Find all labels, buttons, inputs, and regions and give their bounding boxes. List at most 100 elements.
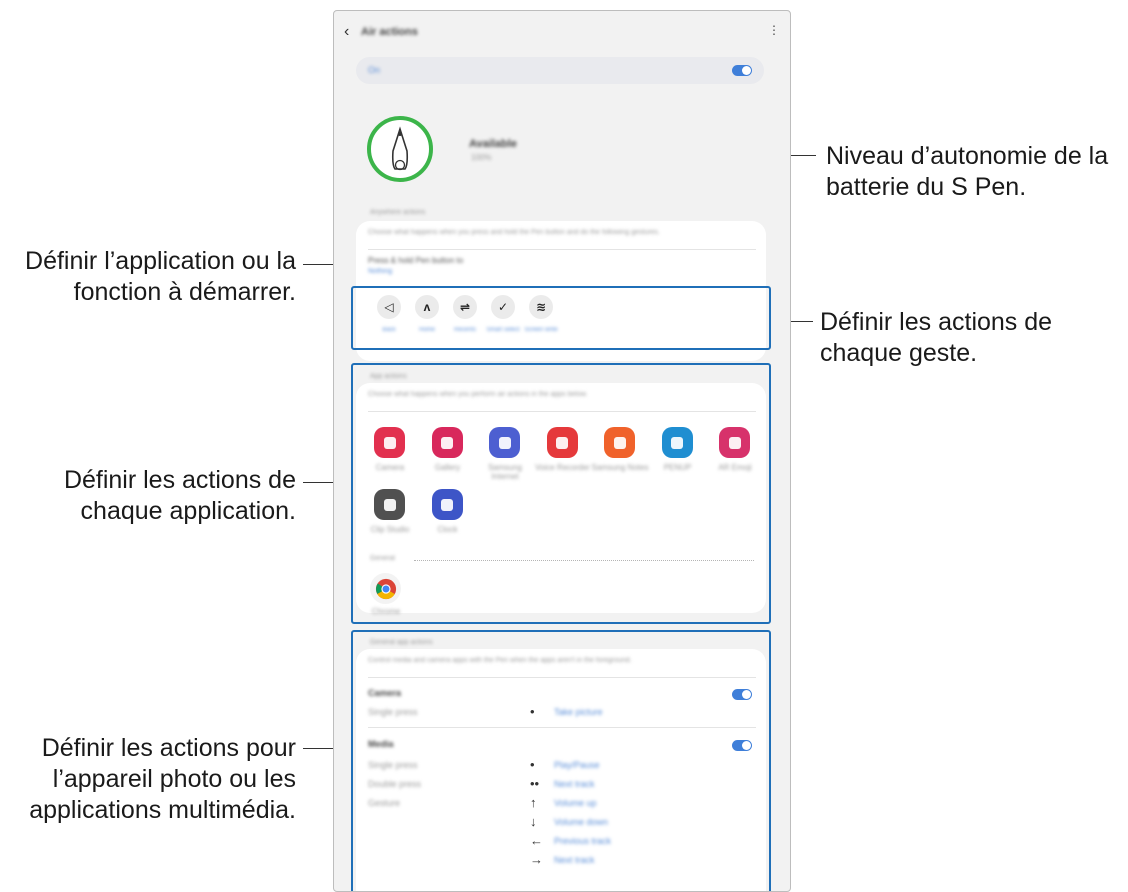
master-toggle[interactable] bbox=[732, 65, 752, 76]
app-label: Gallery bbox=[434, 463, 461, 472]
action-row-value: Next track bbox=[554, 779, 595, 789]
action-gesture-symbol: •• bbox=[530, 776, 540, 791]
app-icon-glyph bbox=[383, 498, 396, 511]
camera-toggle[interactable] bbox=[732, 689, 752, 700]
anywhere-description: Choose what happens when you press and h… bbox=[368, 229, 660, 236]
chrome-app-label: Chrome bbox=[371, 607, 401, 616]
action-gesture-symbol: • bbox=[530, 757, 535, 772]
callout-gesture: Définir les actions de chaque geste. bbox=[820, 308, 1053, 367]
press-hold-row[interactable]: Press & hold Pen button to Nothing bbox=[356, 251, 766, 281]
divider bbox=[368, 677, 756, 678]
chrome-app-icon bbox=[370, 573, 401, 604]
action-gesture-symbol: ← bbox=[530, 833, 543, 848]
internet-app-icon bbox=[489, 427, 520, 458]
pen-battery-level: 100% bbox=[471, 153, 492, 162]
app-icon-glyph bbox=[728, 436, 741, 449]
notes-app-icon bbox=[604, 427, 635, 458]
app-label: Camera bbox=[375, 463, 405, 472]
clip-studio-app-icon bbox=[374, 489, 405, 520]
app-item[interactable]: Camera bbox=[360, 427, 420, 479]
action-row[interactable]: ↓ Volume down bbox=[356, 814, 766, 833]
divider bbox=[368, 727, 756, 728]
action-row-value: Take picture bbox=[554, 707, 603, 717]
chrome-app[interactable]: Chrome bbox=[356, 573, 416, 616]
action-row-label: Single press bbox=[368, 760, 418, 770]
action-row-value: Previous track bbox=[554, 836, 612, 846]
app-icon-glyph bbox=[613, 436, 626, 449]
action-row[interactable]: Single press • Play/Pause bbox=[356, 757, 766, 776]
app-icon-glyph bbox=[441, 498, 453, 511]
action-row[interactable]: Gesture ↑ Volume up bbox=[356, 795, 766, 814]
app-item[interactable]: AR Emoji bbox=[705, 427, 765, 479]
action-row[interactable]: → Next track bbox=[356, 852, 766, 871]
general-label: General bbox=[370, 555, 395, 562]
app-label: Clock bbox=[437, 525, 458, 534]
clock-app-icon bbox=[431, 489, 463, 520]
master-switch-row[interactable]: On bbox=[356, 57, 764, 84]
callout-app-actions: Définir les actions de chaque applicatio… bbox=[63, 466, 296, 525]
action-gesture-symbol: ↑ bbox=[530, 795, 537, 810]
app-item[interactable]: Samsung Notes bbox=[590, 427, 650, 479]
action-gesture-symbol: → bbox=[530, 852, 543, 867]
action-row-label: Gesture bbox=[368, 798, 401, 808]
divider bbox=[368, 411, 756, 412]
penup-app-icon bbox=[661, 427, 693, 458]
pen-status: Available bbox=[469, 138, 517, 150]
divider bbox=[368, 249, 756, 250]
gesture-highlight bbox=[351, 286, 771, 350]
app-icon-glyph bbox=[671, 436, 683, 449]
camera-group-title: Camera bbox=[368, 688, 402, 698]
general-actions-card: Control media and camera apps with the P… bbox=[356, 649, 766, 891]
app-actions-card: Choose what happens when you perform air… bbox=[356, 383, 766, 616]
anywhere-section-title: Anywhere actions bbox=[370, 209, 426, 216]
app-item[interactable]: Gallery bbox=[418, 427, 478, 479]
app-actions-description: Choose what happens when you perform air… bbox=[368, 391, 588, 398]
app-label: Voice Recorder bbox=[535, 463, 590, 472]
general-divider bbox=[414, 560, 754, 561]
app-label: Samsung Notes bbox=[591, 463, 649, 472]
app-item[interactable]: Clock bbox=[418, 489, 478, 541]
app-label: Samsung Internet bbox=[488, 463, 522, 481]
app-icon-glyph bbox=[383, 436, 396, 449]
callout-camera-media: Définir les actions pour l’appareil phot… bbox=[29, 734, 296, 824]
press-hold-label: Press & hold Pen button to bbox=[368, 256, 464, 265]
action-row[interactable]: Single press • Take picture bbox=[356, 704, 766, 723]
ar-emoji-app-icon bbox=[719, 427, 750, 458]
gallery-app-icon bbox=[431, 427, 463, 458]
back-arrow-icon[interactable]: ‹ bbox=[344, 23, 349, 41]
app-label: PENUP bbox=[663, 463, 692, 472]
app-icon-glyph bbox=[498, 436, 511, 449]
master-switch-label: On bbox=[368, 65, 381, 75]
app-label: AR Emoji bbox=[718, 463, 752, 472]
action-row-label: Single press bbox=[368, 707, 418, 717]
action-row[interactable]: ← Previous track bbox=[356, 833, 766, 852]
app-actions-section-title: App actions bbox=[370, 373, 407, 380]
phone-screen: ‹ Air actions ⋮ On Available 100% Anywhe… bbox=[333, 10, 791, 892]
media-group-title: Media bbox=[368, 739, 394, 749]
general-actions-description: Control media and camera apps with the P… bbox=[368, 657, 632, 664]
app-icon-glyph bbox=[441, 436, 453, 449]
page-title: Air actions bbox=[361, 26, 418, 38]
app-item[interactable]: Clip Studio bbox=[360, 489, 420, 541]
media-toggle[interactable] bbox=[732, 740, 752, 751]
action-row[interactable]: Double press •• Next track bbox=[356, 776, 766, 795]
app-item[interactable]: Samsung Internet bbox=[475, 427, 535, 481]
action-row-value: Volume up bbox=[554, 798, 597, 808]
action-row-value: Next track bbox=[554, 855, 595, 865]
action-row-label: Double press bbox=[368, 779, 422, 789]
camera-app-icon bbox=[374, 427, 405, 458]
voice-recorder-app-icon bbox=[546, 427, 578, 458]
general-actions-section-title: General app actions bbox=[370, 639, 433, 646]
action-gesture-symbol: • bbox=[530, 704, 535, 719]
more-options-icon[interactable]: ⋮ bbox=[768, 23, 780, 37]
app-label: Clip Studio bbox=[370, 525, 410, 534]
callout-set-app: Définir l’application ou la fonction à d… bbox=[25, 247, 296, 306]
app-item[interactable]: PENUP bbox=[648, 427, 708, 479]
app-icon-glyph bbox=[556, 436, 568, 449]
action-row-value: Volume down bbox=[554, 817, 609, 827]
action-row-value: Play/Pause bbox=[554, 760, 600, 770]
callout-battery: Niveau d’autonomie de la batterie du S P… bbox=[826, 142, 1109, 201]
app-item[interactable]: Voice Recorder bbox=[533, 427, 593, 479]
pen-battery-icon bbox=[367, 116, 433, 182]
press-hold-value: Nothing bbox=[368, 268, 393, 275]
